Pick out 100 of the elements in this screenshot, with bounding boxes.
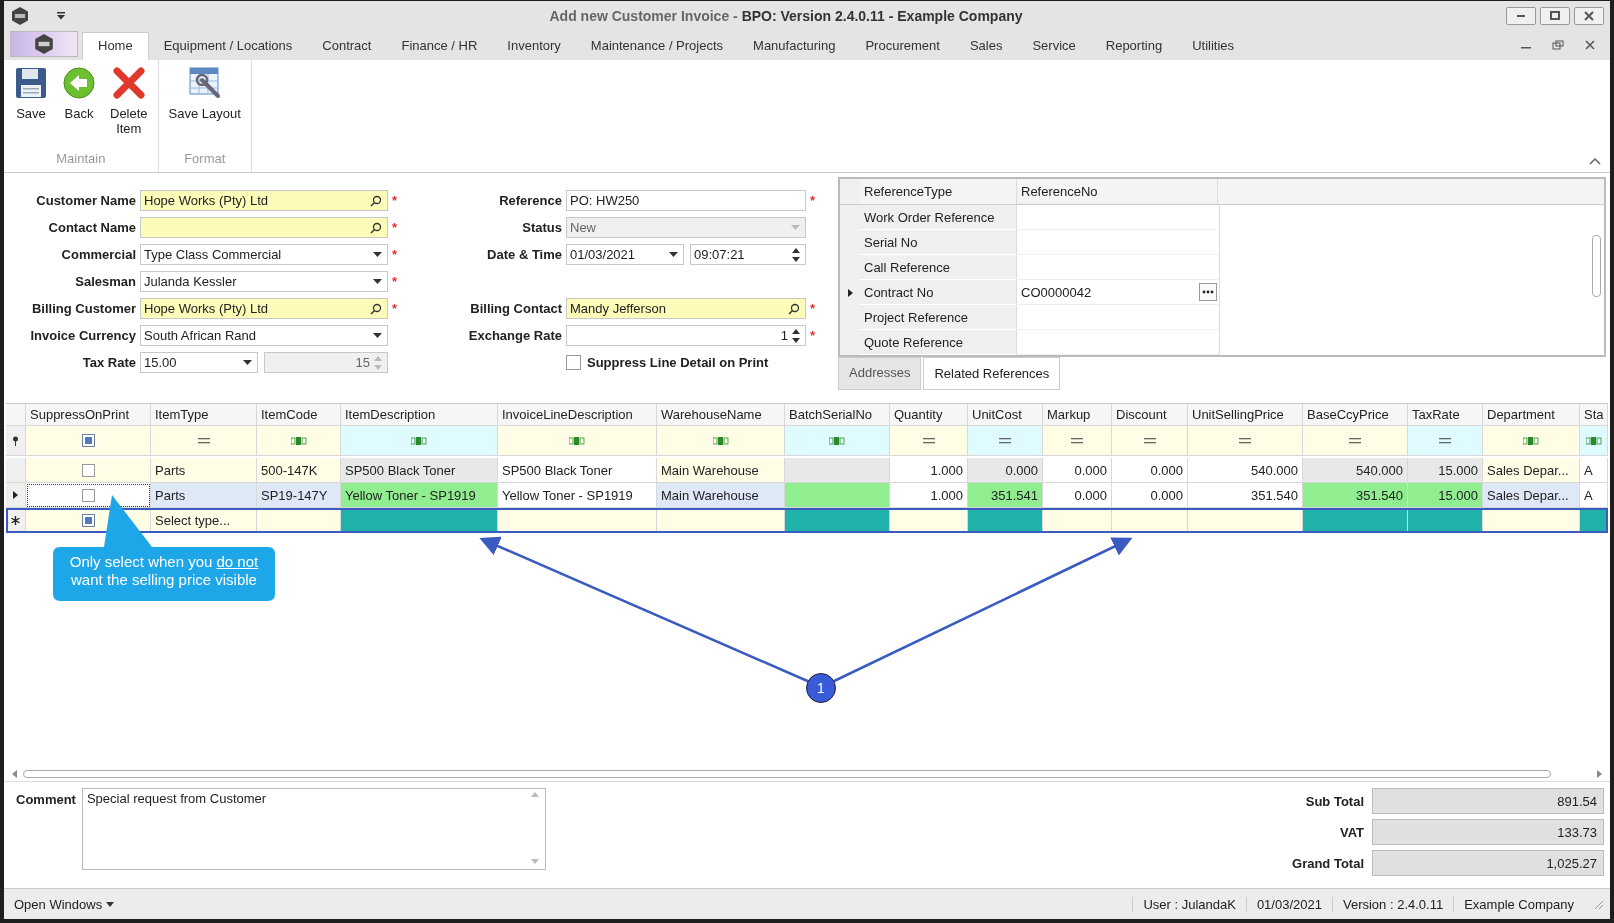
ribbon-tab[interactable]: Service [1017,33,1091,60]
comment-field[interactable]: Special request from Customer [81,788,546,870]
text-filter-icon [569,435,585,446]
filter-cell[interactable] [1188,426,1303,456]
checkbox[interactable] [81,513,95,527]
tab[interactable]: Related References [923,357,1061,390]
table-cell: Yellow Toner - SP1919 [341,483,498,508]
quick-access-caret-icon[interactable] [56,12,66,20]
checkbox[interactable] [566,355,581,370]
tab[interactable]: Addresses [838,357,922,390]
equals-filter-icon [1071,437,1083,444]
table-cell: 0.000 [968,458,1043,483]
resize-grip-icon[interactable] [1592,898,1604,910]
filter-cell[interactable] [498,426,657,456]
checkbox[interactable] [81,463,95,477]
lookup-field[interactable]: Hope Works (Pty) Ltd [140,298,388,319]
filter-cell[interactable] [890,426,968,456]
ribbon-button[interactable]: Save Layout [164,64,245,147]
filter-cell[interactable] [1303,426,1408,456]
required-asterisk: * [392,247,399,262]
column-header[interactable]: ReferenceNo [1017,179,1218,204]
application-menu-button[interactable] [10,31,78,57]
filter-cell[interactable] [1483,426,1580,456]
filter-cell[interactable] [785,426,890,456]
app-logo-icon[interactable] [10,6,30,26]
table-cell: 0.000 [1043,458,1112,483]
field-label: Invoice Currency [29,328,136,343]
filter-cell[interactable] [1043,426,1112,456]
table-cell: 0.000 [1112,458,1188,483]
status-text: Version : 2.4.0.11 [1331,896,1454,912]
open-windows-menu[interactable]: Open Windows [10,894,119,914]
maximize-button[interactable] [1540,7,1570,25]
row-header-cell[interactable] [6,483,26,508]
status-text: Example Company [1453,896,1584,912]
dropdown-field[interactable]: South African Rand [140,325,388,346]
ellipsis-button[interactable] [1199,283,1217,301]
filter-cell[interactable] [1112,426,1188,456]
close-button[interactable] [1574,7,1604,25]
spin-arrows-icon [374,355,382,370]
dropdown-caret-icon [106,901,115,907]
text-filter-icon [1585,435,1602,446]
spin-field[interactable]: 09:07:21 [690,244,806,265]
search-icon [370,221,382,234]
filter-cell[interactable] [26,426,151,456]
text-filter-icon [411,435,427,446]
dropdown-field[interactable]: Type Class Commercial [140,244,388,265]
filter-cell[interactable] [257,426,341,456]
ribbon-tab[interactable]: Manufacturing [738,33,851,60]
collapse-chevron-icon[interactable] [1588,156,1602,166]
table-cell: SP500 Black Toner [341,458,498,483]
ribbon-button[interactable]: Delete Item [106,64,152,147]
restore-icon[interactable] [1552,40,1564,50]
close-icon[interactable] [1584,40,1596,50]
equals-filter-icon [1349,437,1361,444]
ribbon-tab[interactable]: Contract [307,33,387,60]
ribbon-tab[interactable]: Utilities [1177,33,1250,60]
filter-cell[interactable] [1580,426,1608,456]
total-label: Sub Total [1304,793,1364,809]
filter-cell[interactable] [151,426,257,456]
filter-pin-icon [12,435,19,446]
table-cell: SP500 Black Toner [498,458,657,483]
spin-arrows-icon [792,328,800,343]
ribbon-tab[interactable]: Equipment / Locations [148,33,308,60]
total-label: VAT [1338,824,1364,840]
ribbon-tab[interactable]: Home [82,32,149,60]
lookup-field[interactable]: Hope Works (Pty) Ltd [140,190,388,211]
table-cell: Contract No [860,280,1017,305]
scroll-arrows-icon [530,791,539,865]
ribbon-tab[interactable]: Maintenance / Projects [575,33,739,60]
search-icon [788,302,800,315]
column-header[interactable]: ReferenceType [860,179,1017,204]
search-icon [370,302,382,315]
spin-field[interactable]: 1 [566,325,806,346]
total-value: 891.54 [1372,788,1604,814]
checkbox[interactable] [81,488,95,502]
minimize-icon [1517,15,1525,17]
ribbon-tab[interactable]: Procurement [850,33,955,60]
table-cell: SP19-147Y [257,483,341,508]
minimize-button[interactable] [1506,7,1536,25]
table-cell: Yellow Toner - SP1919 [498,483,657,508]
dropdown-field[interactable]: 01/03/2021 [566,244,684,265]
filter-cell[interactable] [341,426,498,456]
ribbon-tab[interactable]: Inventory [492,33,576,60]
dropdown-field[interactable]: Julanda Kessler [140,271,388,292]
dropdown-field[interactable]: 15.00 [140,352,258,373]
ribbon-button[interactable]: Back [58,64,100,147]
row-header-cell[interactable] [6,458,26,483]
field-label: Date & Time [486,247,562,262]
filter-cell[interactable] [1408,426,1483,456]
row-header-cell[interactable] [6,508,26,533]
ribbon-group-label: Format [183,150,227,168]
filter-cell[interactable] [968,426,1043,456]
ribbon-tab[interactable]: Reporting [1090,33,1178,60]
ribbon-tab[interactable]: Finance / HR [386,33,493,60]
input-field[interactable]: PO: HW250 [566,190,806,211]
lookup-field[interactable]: Mandy Jefferson [566,298,806,319]
ribbon-button[interactable]: Save [10,64,52,147]
lookup-field[interactable] [140,217,388,238]
filter-cell[interactable] [657,426,785,456]
ribbon-tab[interactable]: Sales [954,33,1018,60]
